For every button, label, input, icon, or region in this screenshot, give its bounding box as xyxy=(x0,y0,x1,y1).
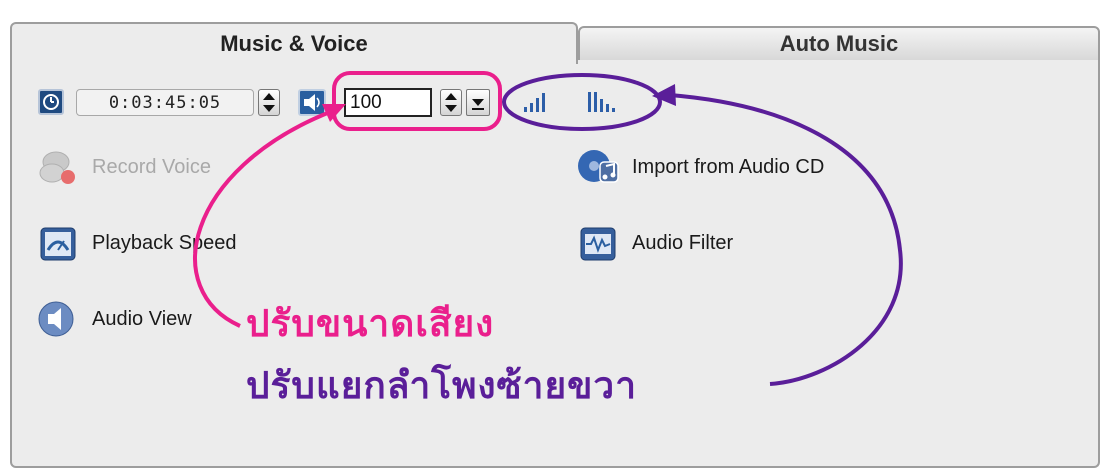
volume-bars-icon[interactable] xyxy=(520,87,564,117)
speaker-icon[interactable] xyxy=(298,89,326,116)
import-audio-cd-label: Import from Audio CD xyxy=(632,155,825,178)
audio-view-icon xyxy=(36,298,82,340)
volume-annotation: ปรับขนาดเสียง xyxy=(246,302,495,345)
record-voice-button[interactable]: Record Voice xyxy=(36,146,211,188)
playback-speed-label: Playback Speed xyxy=(92,231,237,254)
record-voice-label: Record Voice xyxy=(92,155,211,178)
tab-auto-music[interactable]: Auto Music xyxy=(578,26,1100,62)
speaker-annotation: ปรับแยกลำโพงซ้ายขวา xyxy=(246,364,637,407)
audio-filter-label: Audio Filter xyxy=(632,231,734,254)
volume-spinner[interactable] xyxy=(440,89,462,116)
tab-music-voice[interactable]: Music & Voice xyxy=(10,22,578,64)
speedometer-icon xyxy=(36,222,82,264)
duration-timecode[interactable]: 0:03:45:05 xyxy=(76,89,254,116)
timecode-spinner[interactable] xyxy=(258,89,280,116)
audio-cd-icon xyxy=(576,146,622,188)
microphone-icon xyxy=(36,146,82,188)
audio-filter-button[interactable]: Audio Filter xyxy=(576,222,733,264)
audio-view-button[interactable]: Audio View xyxy=(36,298,192,340)
volume-dropdown[interactable] xyxy=(466,89,490,116)
channel-bars-icon[interactable] xyxy=(584,87,628,117)
clock-icon[interactable] xyxy=(38,89,64,115)
import-audio-cd-button[interactable]: Import from Audio CD xyxy=(576,146,824,188)
playback-speed-button[interactable]: Playback Speed xyxy=(36,222,237,264)
volume-input[interactable]: 100 xyxy=(344,88,432,117)
waveform-icon xyxy=(576,222,622,264)
audio-view-label: Audio View xyxy=(92,307,192,330)
